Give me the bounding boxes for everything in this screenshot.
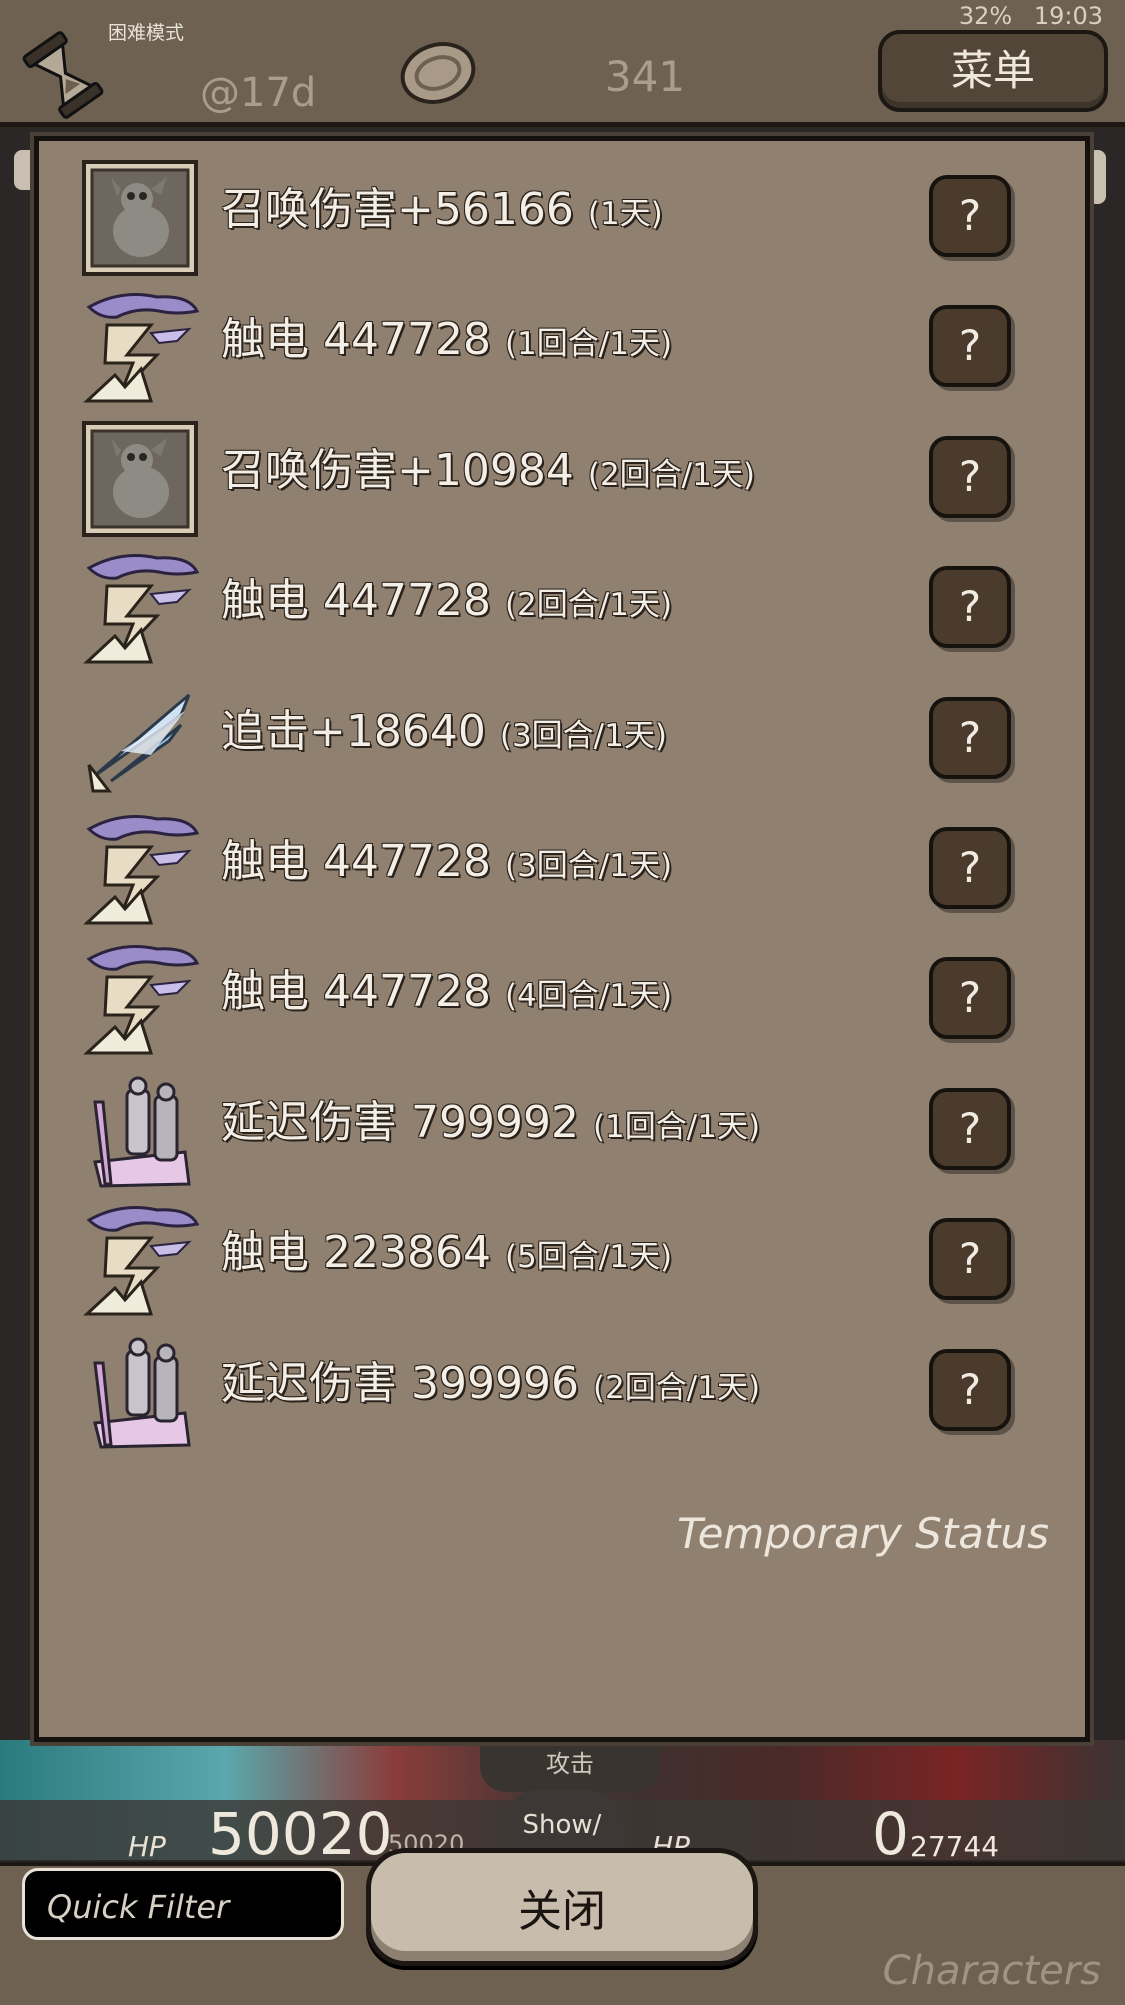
- status-text: 召唤伤害+10984 (2回合/1天): [221, 434, 755, 498]
- status-text: 触电 447728 (3回合/1天): [221, 825, 672, 889]
- status-row: 召唤伤害+56166 (1天)?: [39, 151, 1085, 276]
- menu-button[interactable]: 菜单: [878, 30, 1108, 112]
- lightning-icon: [81, 1202, 200, 1320]
- lightning-icon: [81, 811, 200, 929]
- status-help-button[interactable]: ?: [929, 305, 1011, 388]
- status-name: 召唤伤害+10984: [221, 444, 574, 496]
- characters-tab[interactable]: Characters: [883, 1948, 1101, 1994]
- status-duration: (4回合/1天): [504, 978, 673, 1015]
- quick-filter-input[interactable]: Quick Filter: [22, 1868, 344, 1940]
- summon-icon: [81, 420, 199, 538]
- status-name: 触电 447728: [221, 836, 491, 887]
- status-name: 触电 447728: [221, 575, 491, 627]
- status-name: 延迟伤害 399996: [221, 1357, 579, 1409]
- lightning-icon: [81, 550, 200, 668]
- status-row: 延迟伤害 399996 (2回合/1天)?: [39, 1325, 1085, 1449]
- status-help-button[interactable]: ?: [929, 1087, 1011, 1170]
- status-duration: (1回合/1天): [504, 326, 673, 363]
- battery-level: 32%: [958, 2, 1013, 30]
- status-help-button[interactable]: ?: [929, 957, 1011, 1040]
- player-hp-label: HP: [128, 1830, 166, 1863]
- temporary-status-panel: Temporary Status 召唤伤害+56166 (1天)? 触电 447…: [34, 136, 1090, 1742]
- status-row: 触电 223864 (5回合/1天)?: [39, 1194, 1085, 1316]
- status-name: 追击+18640: [221, 705, 486, 757]
- status-text: 追击+18640 (3回合/1天): [221, 695, 667, 759]
- status-text: 触电 447728 (4回合/1天): [221, 955, 672, 1019]
- panel-tab-right: [1088, 150, 1106, 204]
- status-text: 触电 223864 (5回合/1天): [221, 1216, 672, 1280]
- lightning-icon: [81, 941, 200, 1059]
- status-row: 召唤伤害+10984 (2回合/1天)?: [39, 412, 1085, 537]
- enemy-hp-max: 27744: [910, 1830, 1000, 1863]
- coin-count: 341: [604, 52, 686, 101]
- status-duration: (2回合/1天): [587, 456, 755, 493]
- status-row: 触电 447728 (1回合/1天)?: [39, 281, 1085, 403]
- status-help-button[interactable]: ?: [929, 566, 1011, 649]
- status-duration: (3回合/1天): [504, 848, 673, 884]
- status-row: 触电 447728 (3回合/1天)?: [39, 803, 1085, 925]
- status-help-button[interactable]: ?: [929, 175, 1011, 257]
- mode-label: 困难模式: [108, 22, 185, 44]
- status-text: 延迟伤害 799992 (1回合/1天): [221, 1086, 760, 1150]
- close-button[interactable]: 关闭: [366, 1848, 758, 1966]
- status-duration: (1回合/1天): [592, 1108, 761, 1145]
- status-row: 延迟伤害 799992 (1回合/1天)?: [39, 1064, 1085, 1188]
- status-help-button[interactable]: ?: [929, 827, 1011, 909]
- status-duration: (2回合/1天): [592, 1369, 761, 1406]
- clock: 19:03: [1033, 2, 1103, 30]
- status-help-button[interactable]: ?: [929, 1348, 1011, 1431]
- panel-caption: Temporary Status: [677, 1509, 1049, 1558]
- status-duration: (5回合/1天): [504, 1239, 673, 1276]
- status-name: 触电 223864: [221, 1227, 491, 1279]
- player-hp-value: 50020: [208, 1800, 393, 1868]
- lightning-icon: [81, 289, 200, 407]
- day-counter: @17d: [200, 70, 317, 116]
- top-bar: 32% 19:03 困难模式 @17d 341 菜单: [0, 0, 1125, 127]
- status-help-button[interactable]: ?: [929, 435, 1011, 518]
- enemy-hp-value: 0: [872, 1800, 909, 1868]
- attack-button[interactable]: 攻击: [480, 1742, 660, 1792]
- hourglass-icon[interactable]: [18, 30, 108, 120]
- status-text: 触电 447728 (2回合/1天): [221, 564, 672, 628]
- status-name: 触电 447728: [221, 314, 491, 366]
- delay-icon: [81, 1333, 199, 1451]
- status-row: 追击+18640 (3回合/1天)?: [39, 673, 1085, 795]
- summon-icon: [81, 159, 199, 277]
- status-help-button[interactable]: ?: [929, 1218, 1011, 1301]
- status-name: 延迟伤害 799992: [221, 1096, 579, 1148]
- status-row: 触电 447728 (2回合/1天)?: [39, 542, 1085, 664]
- status-name: 召唤伤害+56166: [221, 184, 574, 235]
- delay-icon: [81, 1072, 199, 1190]
- status-duration: (1天): [587, 196, 663, 232]
- status-text: 触电 447728 (1回合/1天): [221, 303, 672, 367]
- system-status: 32% 19:03: [959, 2, 1103, 30]
- status-duration: (2回合/1天): [504, 587, 673, 624]
- coin-icon: [400, 42, 476, 104]
- status-row: 触电 447728 (4回合/1天)?: [39, 933, 1085, 1055]
- status-help-button[interactable]: ?: [929, 696, 1011, 779]
- status-name: 触电 447728: [221, 966, 491, 1018]
- status-text: 召唤伤害+56166 (1天): [221, 173, 663, 237]
- status-duration: (3回合/1天): [499, 717, 667, 754]
- arrow-icon: [81, 681, 199, 799]
- status-text: 延迟伤害 399996 (2回合/1天): [221, 1347, 760, 1411]
